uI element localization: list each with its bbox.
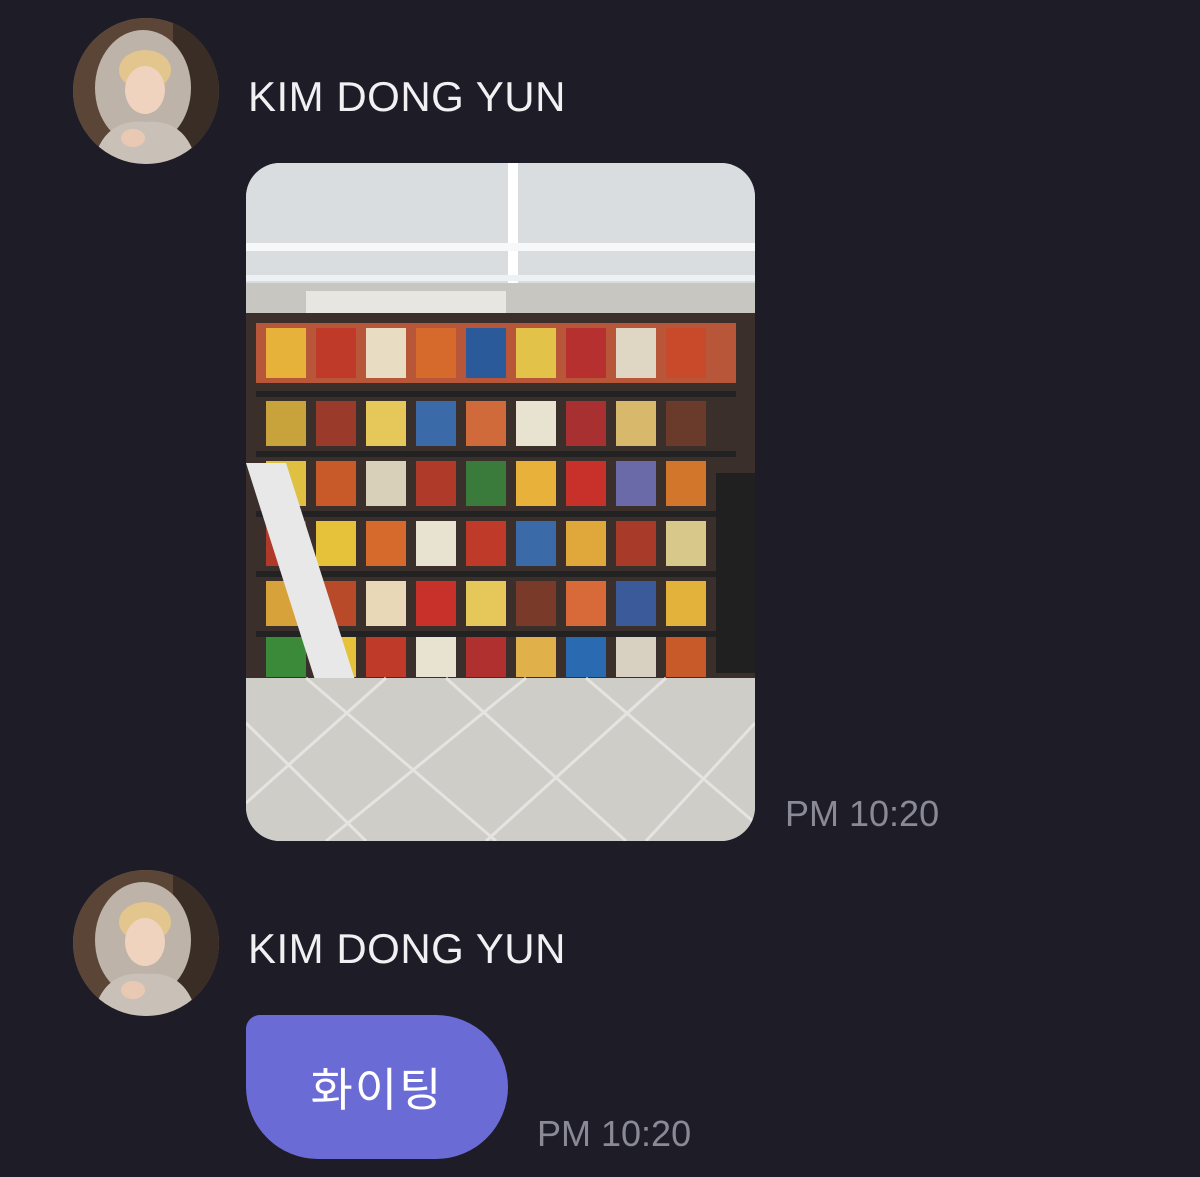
avatar-photo <box>73 870 219 1016</box>
message-image[interactable] <box>246 163 755 841</box>
sender-name: KIM DONG YUN <box>248 73 566 120</box>
photo-convenience-store-snack-shelves-icon <box>246 163 755 841</box>
timestamp: PM 10:20 <box>537 1113 692 1154</box>
sender-name: KIM DONG YUN <box>248 925 566 972</box>
avatar-photo <box>73 18 219 164</box>
timestamp: PM 10:20 <box>785 793 940 834</box>
chat-view: KIM DONG YUN PM 10:20 KIM DONG YUN 화이팅 P… <box>0 0 1200 1177</box>
message-bubble[interactable]: 화이팅 <box>246 1015 508 1159</box>
message-text: 화이팅 <box>310 1063 444 1117</box>
sender-avatar[interactable] <box>73 18 219 164</box>
sender-avatar[interactable] <box>73 870 219 1016</box>
